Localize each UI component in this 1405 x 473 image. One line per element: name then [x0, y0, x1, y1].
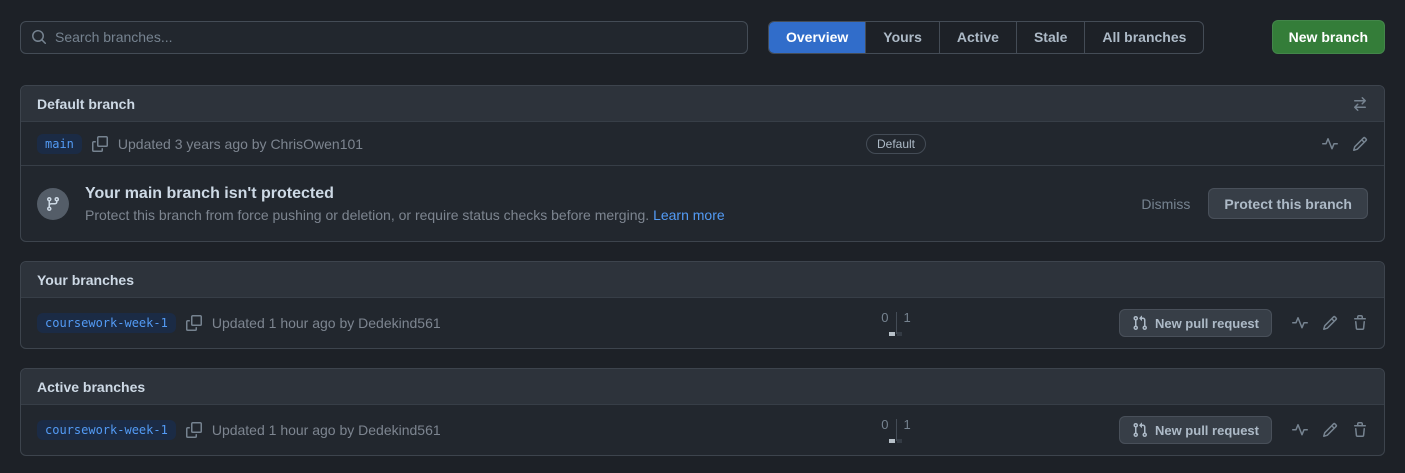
- branch-updated-info: Updated 3 years ago by ChrisOwen101: [118, 136, 363, 152]
- tab-stale[interactable]: Stale: [1016, 22, 1084, 53]
- rename-branch-icon[interactable]: [1352, 136, 1368, 152]
- behind-count: 0: [874, 310, 895, 326]
- ahead-count: 1: [897, 417, 918, 433]
- tab-active[interactable]: Active: [939, 22, 1016, 53]
- tab-yours[interactable]: Yours: [865, 22, 939, 53]
- compare-branches-icon[interactable]: [1352, 96, 1368, 112]
- active-branches-header: Active branches: [21, 369, 1384, 405]
- branch-link-coursework-week-1[interactable]: coursework-week-1: [37, 313, 176, 333]
- branch-activity-icon[interactable]: [1322, 136, 1338, 152]
- default-branch-card: Default branch main Updated 3 years ago …: [20, 85, 1385, 242]
- section-title: Active branches: [37, 379, 145, 395]
- branches-toolbar: Overview Yours Active Stale All branches…: [0, 0, 1405, 54]
- search-branches-box[interactable]: [20, 21, 748, 54]
- branch-activity-icon[interactable]: [1292, 422, 1308, 438]
- branch-link-coursework-week-1[interactable]: coursework-week-1: [37, 420, 176, 440]
- ahead-meter-bar: [897, 332, 902, 336]
- git-branch-icon: [45, 196, 61, 212]
- branch-link-main[interactable]: main: [37, 134, 82, 154]
- banner-title: Your main branch isn't protected: [85, 185, 725, 203]
- new-pull-request-button[interactable]: New pull request: [1119, 309, 1272, 337]
- branch-activity-icon[interactable]: [1292, 315, 1308, 331]
- new-pull-request-button[interactable]: New pull request: [1119, 416, 1272, 444]
- copy-branch-name-icon[interactable]: [92, 136, 108, 152]
- protect-branch-button[interactable]: Protect this branch: [1208, 188, 1368, 219]
- branch-filter-tabs: Overview Yours Active Stale All branches: [768, 21, 1204, 54]
- git-pull-request-icon: [1132, 315, 1148, 331]
- copy-branch-name-icon[interactable]: [186, 422, 202, 438]
- active-branches-card: Active branches coursework-week-1 Update…: [20, 368, 1385, 456]
- section-title: Your branches: [37, 272, 134, 288]
- rename-branch-icon[interactable]: [1322, 422, 1338, 438]
- your-branches-card: Your branches coursework-week-1 Updated …: [20, 261, 1385, 349]
- ahead-meter-bar: [897, 439, 902, 443]
- delete-branch-icon[interactable]: [1352, 315, 1368, 331]
- branch-row-coursework-week-1: coursework-week-1 Updated 1 hour ago by …: [21, 298, 1384, 348]
- branch-updated-info: Updated 1 hour ago by Dedekind561: [212, 315, 441, 331]
- ahead-count: 1: [897, 310, 918, 326]
- rename-branch-icon[interactable]: [1322, 315, 1338, 331]
- branch-protection-banner: Your main branch isn't protected Protect…: [21, 166, 1384, 241]
- default-branch-header: Default branch: [21, 86, 1384, 122]
- ahead-behind-counter[interactable]: 0 1: [874, 310, 917, 336]
- default-badge: Default: [866, 134, 926, 154]
- behind-meter-bar: [889, 439, 895, 443]
- branch-updated-info: Updated 1 hour ago by Dedekind561: [212, 422, 441, 438]
- branch-row-main: main Updated 3 years ago by ChrisOwen101…: [21, 122, 1384, 166]
- git-pull-request-icon: [1132, 422, 1148, 438]
- your-branches-header: Your branches: [21, 262, 1384, 298]
- learn-more-link[interactable]: Learn more: [653, 207, 725, 223]
- behind-count: 0: [874, 417, 895, 433]
- search-icon: [31, 29, 47, 45]
- delete-branch-icon[interactable]: [1352, 422, 1368, 438]
- section-title: Default branch: [37, 96, 135, 112]
- banner-description: Protect this branch from force pushing o…: [85, 207, 725, 223]
- copy-branch-name-icon[interactable]: [186, 315, 202, 331]
- ahead-behind-counter[interactable]: 0 1: [874, 417, 917, 443]
- new-branch-button[interactable]: New branch: [1272, 20, 1385, 54]
- branch-row-coursework-week-1: coursework-week-1 Updated 1 hour ago by …: [21, 405, 1384, 455]
- behind-meter-bar: [889, 332, 895, 336]
- git-branch-avatar: [37, 188, 69, 220]
- tab-all-branches[interactable]: All branches: [1084, 22, 1203, 53]
- search-branches-input[interactable]: [55, 29, 737, 45]
- dismiss-link[interactable]: Dismiss: [1141, 196, 1190, 212]
- tab-overview[interactable]: Overview: [769, 22, 865, 53]
